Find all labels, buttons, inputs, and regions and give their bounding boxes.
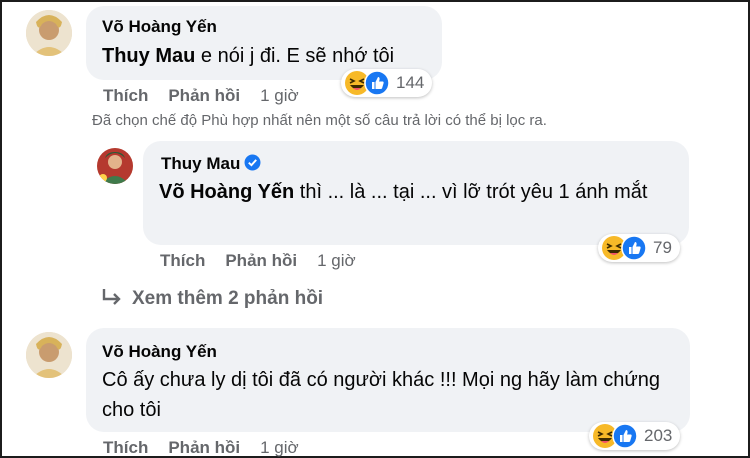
reaction-summary[interactable]: 79 — [598, 234, 680, 262]
comment-author[interactable]: Võ Hoàng Yến — [102, 17, 217, 37]
reply-text: Võ Hoàng Yến thì ... là ... tại ... vì l… — [159, 177, 679, 207]
reaction-summary[interactable]: 144 — [341, 69, 433, 97]
reaction-icons — [344, 70, 390, 96]
comment-message: e nói j đi. E sẽ nhớ tôi — [195, 45, 395, 67]
comment-text: Cô ấy chưa ly dị tôi đã có người khác !!… — [102, 369, 660, 421]
reaction-count: 79 — [653, 238, 672, 257]
reply-time[interactable]: 1 giờ — [317, 251, 356, 270]
reply-button[interactable]: Phản hồi — [168, 438, 240, 457]
reply-arrow-icon — [102, 289, 121, 305]
verified-badge-icon — [244, 154, 261, 171]
like-icon — [612, 423, 638, 449]
comment-author[interactable]: Võ Hoàng Yến — [102, 342, 217, 362]
comment-time[interactable]: 1 giờ — [260, 438, 299, 457]
comment-actions: Thích Phản hồi 1 giờ — [103, 438, 319, 458]
mention-link[interactable]: Võ Hoàng Yến — [159, 181, 294, 203]
avatar-thuy-mau[interactable] — [97, 148, 133, 184]
comment-text: Thuy Mau e nói j đi. E sẽ nhớ tôi — [102, 41, 394, 71]
reply-actions: Thích Phản hồi 1 giờ — [160, 251, 376, 271]
reply-button[interactable]: Phản hồi — [225, 251, 297, 270]
reaction-summary[interactable]: 203 — [589, 422, 681, 450]
like-button[interactable]: Thích — [103, 438, 148, 457]
mention-link[interactable]: Thuy Mau — [102, 45, 195, 67]
avatar-vo-hoang-yen[interactable] — [26, 332, 72, 378]
reaction-count: 203 — [644, 426, 673, 445]
view-more-label[interactable]: Xem thêm 2 phản hồi — [132, 288, 323, 309]
avatar-vo-hoang-yen[interactable] — [26, 10, 72, 56]
filter-notice: Đã chọn chế độ Phù hợp nhất nên một số c… — [92, 112, 547, 129]
comment-actions: Thích Phản hồi 1 giờ — [103, 86, 319, 106]
reply-author-name[interactable]: Thuy Mau — [161, 154, 240, 173]
like-icon — [621, 235, 647, 261]
comment-bubble: Võ Hoàng Yến Cô ấy chưa ly dị tôi đã có … — [86, 328, 690, 432]
reply-button[interactable]: Phản hồi — [168, 86, 240, 105]
comment-time[interactable]: 1 giờ — [260, 86, 299, 105]
reply-bubble: Thuy Mau Võ Hoàng Yến thì ... là ... tại… — [143, 141, 689, 245]
view-more-replies[interactable]: Xem thêm 2 phản hồi — [100, 287, 323, 310]
like-button[interactable]: Thích — [160, 251, 205, 270]
like-button[interactable]: Thích — [103, 86, 148, 105]
reaction-count: 144 — [396, 73, 425, 92]
reply-message: thì ... là ... tại ... vì lỡ trót yêu 1 … — [294, 181, 648, 203]
like-icon — [364, 70, 390, 96]
reply-author[interactable]: Thuy Mau — [161, 154, 261, 174]
reaction-icons — [601, 235, 647, 261]
reaction-icons — [592, 423, 638, 449]
